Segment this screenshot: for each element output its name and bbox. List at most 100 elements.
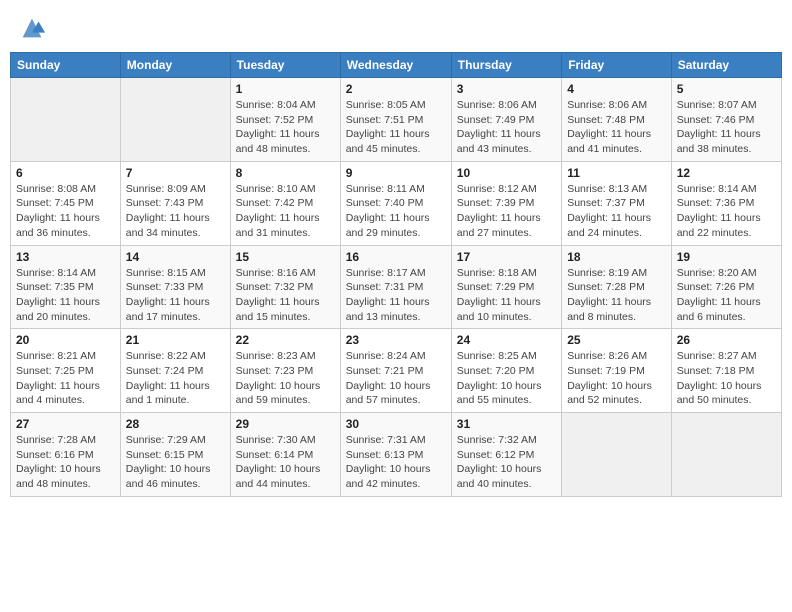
col-header-friday: Friday [562, 53, 672, 78]
day-cell: 18Sunrise: 8:19 AM Sunset: 7:28 PM Dayli… [562, 245, 672, 329]
day-cell: 23 Sunrise: 8:24 AM Sunset: 7:21 PM Dayli… [340, 329, 451, 413]
day-info: Sunrise: 8:14 AM Sunset: 7:36 PM Dayligh… [677, 182, 776, 241]
day-info: Sunrise: 8:10 AM Sunset: 7:42 PM Dayligh… [236, 182, 335, 241]
col-header-wednesday: Wednesday [340, 53, 451, 78]
day-number: 13 [16, 250, 115, 264]
day-number: 1 [236, 82, 335, 96]
day-cell: 25 Sunrise: 8:26 AM Sunset: 7:19 PM Dayli… [562, 329, 672, 413]
day-cell: 27 Sunrise: 7:28 AM Sunset: 6:16 PM Dayli… [11, 413, 121, 497]
week-row-1: 1 Sunrise: 8:04 AM Sunset: 7:52 PM Daylig… [11, 78, 782, 162]
day-info: Sunrise: 8:14 AM Sunset: 7:35 PM Dayligh… [16, 266, 115, 325]
day-info: Sunrise: 8:13 AM Sunset: 7:37 PM Dayligh… [567, 182, 666, 241]
day-cell: 22 Sunrise: 8:23 AM Sunset: 7:23 PM Dayli… [230, 329, 340, 413]
day-cell: 11 Sunrise: 8:13 AM Sunset: 7:37 PM Dayli… [562, 161, 672, 245]
day-number: 2 [346, 82, 446, 96]
day-info: Sunrise: 7:30 AM Sunset: 6:14 PM Dayligh… [236, 433, 335, 492]
day-number: 20 [16, 333, 115, 347]
day-info: Sunrise: 8:08 AM Sunset: 7:45 PM Dayligh… [16, 182, 115, 241]
day-info: Sunrise: 8:05 AM Sunset: 7:51 PM Dayligh… [346, 98, 446, 157]
day-number: 12 [677, 166, 776, 180]
day-number: 16 [346, 250, 446, 264]
day-number: 15 [236, 250, 335, 264]
day-info: Sunrise: 8:21 AM Sunset: 7:25 PM Dayligh… [16, 349, 115, 408]
day-number: 8 [236, 166, 335, 180]
day-cell: 2 Sunrise: 8:05 AM Sunset: 7:51 PM Daylig… [340, 78, 451, 162]
day-info: Sunrise: 7:28 AM Sunset: 6:16 PM Dayligh… [16, 433, 115, 492]
day-info: Sunrise: 8:06 AM Sunset: 7:48 PM Dayligh… [567, 98, 666, 157]
day-number: 6 [16, 166, 115, 180]
day-cell: 15Sunrise: 8:16 AM Sunset: 7:32 PM Dayli… [230, 245, 340, 329]
day-cell: 19Sunrise: 8:20 AM Sunset: 7:26 PM Dayli… [671, 245, 781, 329]
day-cell [120, 78, 230, 162]
calendar-header-row: SundayMondayTuesdayWednesdayThursdayFrid… [11, 53, 782, 78]
day-number: 4 [567, 82, 666, 96]
day-number: 31 [457, 417, 556, 431]
day-number: 25 [567, 333, 666, 347]
day-cell: 20 Sunrise: 8:21 AM Sunset: 7:25 PM Dayli… [11, 329, 121, 413]
day-number: 17 [457, 250, 556, 264]
day-info: Sunrise: 8:27 AM Sunset: 7:18 PM Dayligh… [677, 349, 776, 408]
week-row-4: 20 Sunrise: 8:21 AM Sunset: 7:25 PM Dayli… [11, 329, 782, 413]
col-header-monday: Monday [120, 53, 230, 78]
day-cell: 8 Sunrise: 8:10 AM Sunset: 7:42 PM Daylig… [230, 161, 340, 245]
day-cell: 9 Sunrise: 8:11 AM Sunset: 7:40 PM Daylig… [340, 161, 451, 245]
day-cell [11, 78, 121, 162]
day-cell [562, 413, 672, 497]
day-info: Sunrise: 8:11 AM Sunset: 7:40 PM Dayligh… [346, 182, 446, 241]
col-header-saturday: Saturday [671, 53, 781, 78]
day-cell: 30Sunrise: 7:31 AM Sunset: 6:13 PM Dayli… [340, 413, 451, 497]
col-header-tuesday: Tuesday [230, 53, 340, 78]
logo-icon [18, 14, 46, 42]
day-cell: 21 Sunrise: 8:22 AM Sunset: 7:24 PM Dayli… [120, 329, 230, 413]
day-info: Sunrise: 8:25 AM Sunset: 7:20 PM Dayligh… [457, 349, 556, 408]
day-number: 5 [677, 82, 776, 96]
header [10, 10, 782, 46]
day-number: 7 [126, 166, 225, 180]
day-cell: 12 Sunrise: 8:14 AM Sunset: 7:36 PM Dayli… [671, 161, 781, 245]
day-cell: 16 Sunrise: 8:17 AM Sunset: 7:31 PM Dayli… [340, 245, 451, 329]
day-number: 23 [346, 333, 446, 347]
day-number: 22 [236, 333, 335, 347]
day-info: Sunrise: 8:06 AM Sunset: 7:49 PM Dayligh… [457, 98, 556, 157]
day-cell [671, 413, 781, 497]
calendar-table: SundayMondayTuesdayWednesdayThursdayFrid… [10, 52, 782, 497]
week-row-3: 13 Sunrise: 8:14 AM Sunset: 7:35 PM Dayli… [11, 245, 782, 329]
day-info: Sunrise: 8:07 AM Sunset: 7:46 PM Dayligh… [677, 98, 776, 157]
day-cell: 5 Sunrise: 8:07 AM Sunset: 7:46 PM Daylig… [671, 78, 781, 162]
day-info: Sunrise: 8:26 AM Sunset: 7:19 PM Dayligh… [567, 349, 666, 408]
day-cell: 31 Sunrise: 7:32 AM Sunset: 6:12 PM Dayli… [451, 413, 561, 497]
day-number: 24 [457, 333, 556, 347]
day-number: 21 [126, 333, 225, 347]
day-info: Sunrise: 8:04 AM Sunset: 7:52 PM Dayligh… [236, 98, 335, 157]
day-cell: 10Sunrise: 8:12 AM Sunset: 7:39 PM Dayli… [451, 161, 561, 245]
day-info: Sunrise: 7:32 AM Sunset: 6:12 PM Dayligh… [457, 433, 556, 492]
day-info: Sunrise: 8:18 AM Sunset: 7:29 PM Dayligh… [457, 266, 556, 325]
day-cell: 3Sunrise: 8:06 AM Sunset: 7:49 PM Daylig… [451, 78, 561, 162]
day-info: Sunrise: 8:19 AM Sunset: 7:28 PM Dayligh… [567, 266, 666, 325]
week-row-2: 6 Sunrise: 8:08 AM Sunset: 7:45 PM Daylig… [11, 161, 782, 245]
day-info: Sunrise: 8:09 AM Sunset: 7:43 PM Dayligh… [126, 182, 225, 241]
day-info: Sunrise: 8:17 AM Sunset: 7:31 PM Dayligh… [346, 266, 446, 325]
col-header-thursday: Thursday [451, 53, 561, 78]
day-number: 11 [567, 166, 666, 180]
day-cell: 24 Sunrise: 8:25 AM Sunset: 7:20 PM Dayli… [451, 329, 561, 413]
day-cell: 26 Sunrise: 8:27 AM Sunset: 7:18 PM Dayli… [671, 329, 781, 413]
day-cell: 28Sunrise: 7:29 AM Sunset: 6:15 PM Dayli… [120, 413, 230, 497]
day-cell: 14Sunrise: 8:15 AM Sunset: 7:33 PM Dayli… [120, 245, 230, 329]
day-info: Sunrise: 8:24 AM Sunset: 7:21 PM Dayligh… [346, 349, 446, 408]
day-cell: 17 Sunrise: 8:18 AM Sunset: 7:29 PM Dayli… [451, 245, 561, 329]
day-number: 9 [346, 166, 446, 180]
day-info: Sunrise: 8:22 AM Sunset: 7:24 PM Dayligh… [126, 349, 225, 408]
day-number: 27 [16, 417, 115, 431]
day-cell: 13 Sunrise: 8:14 AM Sunset: 7:35 PM Dayli… [11, 245, 121, 329]
day-info: Sunrise: 8:15 AM Sunset: 7:33 PM Dayligh… [126, 266, 225, 325]
day-cell: 7 Sunrise: 8:09 AM Sunset: 7:43 PM Daylig… [120, 161, 230, 245]
day-number: 29 [236, 417, 335, 431]
day-info: Sunrise: 8:23 AM Sunset: 7:23 PM Dayligh… [236, 349, 335, 408]
day-number: 19 [677, 250, 776, 264]
col-header-sunday: Sunday [11, 53, 121, 78]
day-cell: 6 Sunrise: 8:08 AM Sunset: 7:45 PM Daylig… [11, 161, 121, 245]
day-info: Sunrise: 8:12 AM Sunset: 7:39 PM Dayligh… [457, 182, 556, 241]
week-row-5: 27 Sunrise: 7:28 AM Sunset: 6:16 PM Dayli… [11, 413, 782, 497]
day-number: 26 [677, 333, 776, 347]
